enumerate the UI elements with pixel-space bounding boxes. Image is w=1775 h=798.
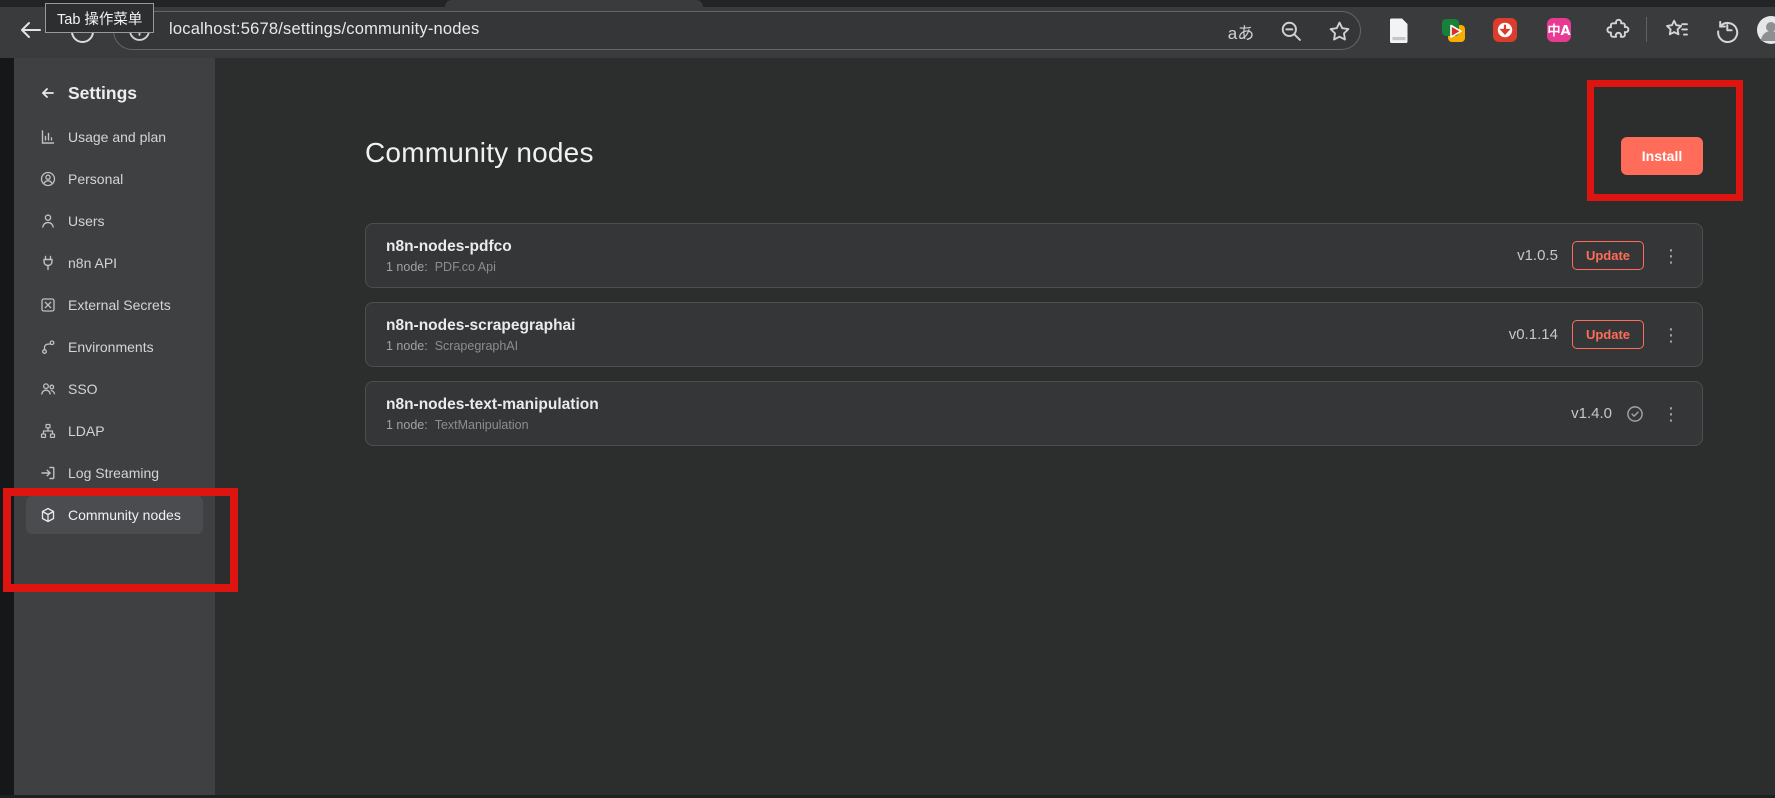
settings-header[interactable]: Settings [14, 78, 215, 108]
sidebar-item-environments[interactable]: Environments [26, 328, 203, 366]
package-subtitle: 1 node: TextManipulation [386, 418, 599, 432]
package-version: v1.0.5 [1517, 247, 1558, 264]
video-play-extension-icon[interactable] [1439, 16, 1467, 44]
sidebar-item-label: Environments [68, 339, 154, 355]
node-name: ScrapegraphAI [435, 339, 518, 353]
toolbar-divider [1646, 17, 1647, 42]
collections-star-icon[interactable] [1663, 16, 1691, 44]
video-download-extension-icon[interactable] [1491, 16, 1519, 44]
sidebar-item-label: Usage and plan [68, 129, 166, 145]
settings-sidebar: Settings Usage and plan Personal Users [14, 58, 215, 798]
package-version: v0.1.14 [1509, 326, 1558, 343]
browser-toolbar: localhost:5678/settings/community-nodes … [0, 0, 1775, 58]
kebab-menu-icon[interactable]: ⋮ [1658, 247, 1684, 265]
sidebar-title: Settings [68, 83, 137, 104]
package-card: n8n-nodes-pdfco 1 node: PDF.co Api v1.0.5… [365, 223, 1703, 288]
reader-document-icon[interactable] [1385, 16, 1413, 44]
sidebar-item-sso[interactable]: SSO [26, 370, 203, 408]
extensions-puzzle-icon[interactable] [1603, 16, 1631, 44]
sidebar-item-label: External Secrets [68, 297, 171, 313]
users-icon [40, 381, 56, 397]
sidebar-item-log-streaming[interactable]: Log Streaming [26, 454, 203, 492]
history-clock-icon[interactable] [1713, 16, 1741, 44]
package-card: n8n-nodes-scrapegraphai 1 node: Scrapegra… [365, 302, 1703, 367]
node-count-label: 1 node: [386, 339, 428, 353]
package-subtitle: 1 node: ScrapegraphAI [386, 339, 576, 353]
tooltip-text: Tab 操作菜单 [57, 8, 142, 29]
sidebar-item-users[interactable]: Users [26, 202, 203, 240]
package-card: n8n-nodes-text-manipulation 1 node: TextM… [365, 381, 1703, 446]
cube-icon [40, 507, 56, 523]
tab-actions-tooltip: Tab 操作菜单 [45, 3, 154, 33]
main-content: Community nodes Install n8n-nodes-pdfco … [215, 58, 1775, 798]
sidebar-item-label: n8n API [68, 255, 117, 271]
update-button[interactable]: Update [1572, 320, 1644, 349]
plug-icon [40, 255, 56, 271]
bar-chart-icon [40, 129, 56, 145]
zoom-out-icon[interactable] [1277, 17, 1305, 45]
back-icon[interactable] [16, 17, 46, 43]
node-count-label: 1 node: [386, 418, 428, 432]
sidebar-item-community-nodes[interactable]: Community nodes [26, 496, 203, 534]
sidebar-item-external-secrets[interactable]: External Secrets [26, 286, 203, 324]
package-subtitle: 1 node: PDF.co Api [386, 260, 512, 274]
svg-text:中A: 中A [1547, 23, 1570, 39]
address-bar[interactable]: localhost:5678/settings/community-nodes … [113, 11, 1361, 50]
sidebar-item-ldap[interactable]: LDAP [26, 412, 203, 450]
window-left-gutter [0, 58, 14, 798]
sidebar-item-label: Log Streaming [68, 465, 159, 481]
sidebar-item-n8n-api[interactable]: n8n API [26, 244, 203, 282]
bookmark-star-icon[interactable] [1325, 17, 1353, 45]
package-version: v1.4.0 [1571, 405, 1612, 422]
node-name: TextManipulation [435, 418, 529, 432]
sidebar-item-label: Community nodes [68, 507, 181, 523]
sidebar-item-label: Users [68, 213, 105, 229]
font-translate-icon[interactable]: aあ [1227, 17, 1255, 45]
kebab-menu-icon[interactable]: ⋮ [1658, 405, 1684, 423]
community-nodes-list: n8n-nodes-pdfco 1 node: PDF.co Api v1.0.5… [365, 223, 1703, 446]
package-name: n8n-nodes-text-manipulation [386, 396, 599, 414]
package-name: n8n-nodes-scrapegraphai [386, 317, 576, 335]
up-to-date-check-icon [1626, 405, 1644, 423]
package-name: n8n-nodes-pdfco [386, 238, 512, 256]
active-tab[interactable] [445, 0, 703, 7]
sitemap-icon [40, 423, 56, 439]
install-button[interactable]: Install [1621, 137, 1703, 175]
sidebar-item-label: LDAP [68, 423, 105, 439]
sidebar-item-label: SSO [68, 381, 98, 397]
log-stream-icon [40, 465, 56, 481]
node-name: PDF.co Api [435, 260, 496, 274]
kebab-menu-icon[interactable]: ⋮ [1658, 326, 1684, 344]
sidebar-item-usage-and-plan[interactable]: Usage and plan [26, 118, 203, 156]
node-count-label: 1 node: [386, 260, 428, 274]
url-text[interactable]: localhost:5678/settings/community-nodes [169, 20, 479, 39]
update-button[interactable]: Update [1572, 241, 1644, 270]
tab-strip [0, 0, 1775, 7]
sidebar-item-personal[interactable]: Personal [26, 160, 203, 198]
sidebar-item-label: Personal [68, 171, 123, 187]
profile-avatar[interactable] [1754, 16, 1775, 44]
git-branch-icon [40, 339, 56, 355]
user-circle-icon [40, 171, 56, 187]
translate-extension-icon[interactable]: 中A [1545, 16, 1573, 44]
user-icon [40, 213, 56, 229]
back-arrow-icon [40, 85, 56, 101]
vault-icon [40, 297, 56, 313]
page-title: Community nodes [365, 137, 594, 169]
